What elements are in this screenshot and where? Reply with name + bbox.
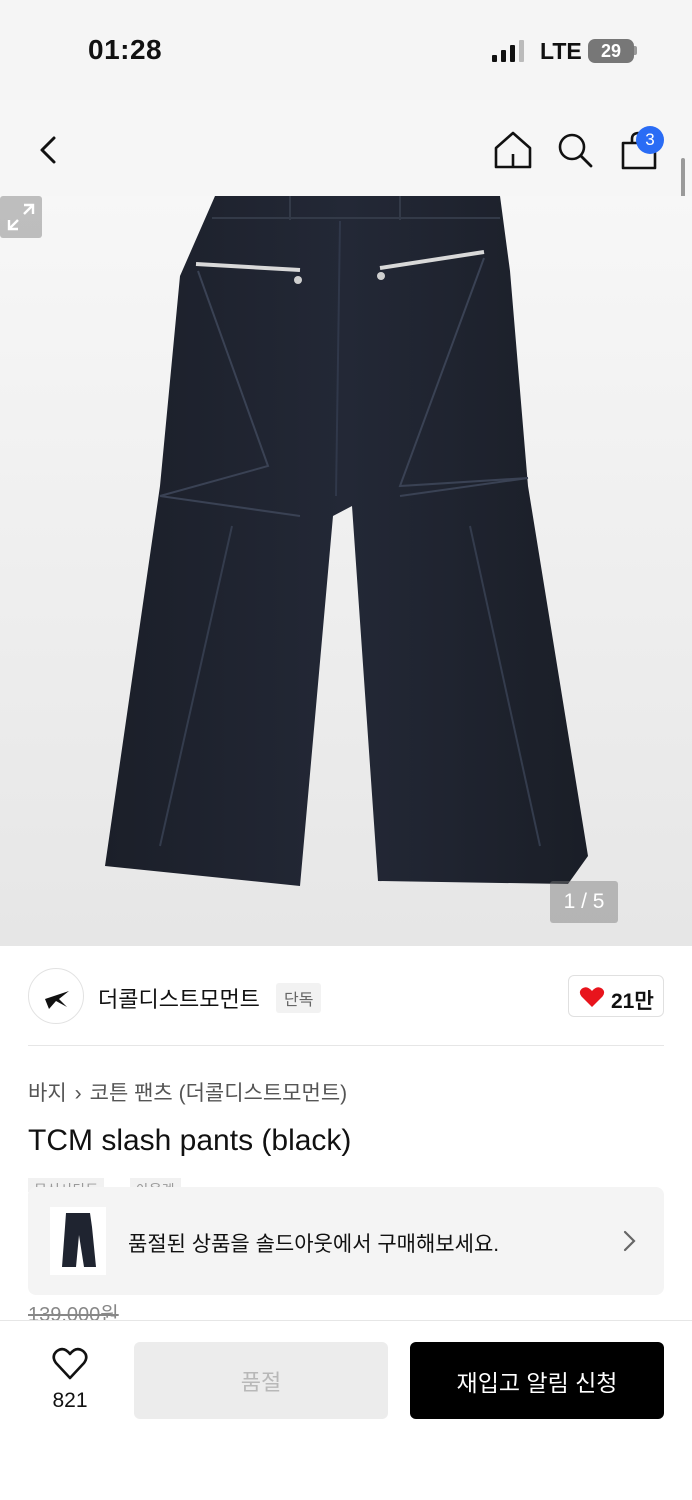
brand-logo[interactable] bbox=[28, 968, 84, 1024]
heart-icon bbox=[579, 987, 605, 1007]
product-image-pants bbox=[105, 196, 588, 886]
brand-name[interactable]: 더콜디스트모먼트 bbox=[98, 982, 260, 1014]
chevron-right-icon bbox=[623, 1230, 636, 1252]
brand-logo-mark-icon bbox=[45, 991, 69, 1009]
chevron-right-icon: › bbox=[74, 1082, 82, 1105]
wishlist-count: 821 bbox=[52, 1389, 88, 1412]
bottom-action-bar: 821 품절 재입고 알림 신청 bbox=[0, 1320, 692, 1500]
top-nav: 3 bbox=[0, 100, 692, 196]
home-icon[interactable] bbox=[492, 128, 534, 172]
cart-count-badge: 3 bbox=[636, 126, 664, 154]
divider bbox=[28, 1045, 664, 1046]
exclusive-tag: 단독 bbox=[276, 983, 322, 1013]
signal-icon bbox=[492, 40, 524, 62]
soldout-marketplace-banner[interactable]: 품절된 상품을 솔드아웃에서 구매해보세요. bbox=[28, 1187, 664, 1295]
battery-indicator: 29 bbox=[588, 39, 634, 63]
soldout-product-thumbnail bbox=[50, 1207, 106, 1275]
search-icon[interactable] bbox=[554, 128, 596, 172]
expand-icon[interactable] bbox=[0, 196, 42, 238]
image-counter: 1 / 5 bbox=[550, 881, 618, 923]
brand-like-button[interactable]: 21만 bbox=[568, 975, 664, 1017]
restock-alert-button[interactable]: 재입고 알림 신청 bbox=[410, 1342, 664, 1419]
soldout-banner-text: 품절된 상품을 솔드아웃에서 구매해보세요. bbox=[128, 1233, 500, 1256]
status-bar: 01:28 LTE 29 bbox=[0, 0, 692, 100]
brand-like-count: 21만 bbox=[611, 990, 654, 1013]
breadcrumb-sub-category[interactable]: 코튼 팬츠 (더콜디스트모먼트) bbox=[90, 1082, 348, 1105]
network-type: LTE bbox=[540, 38, 582, 64]
battery-tip bbox=[634, 46, 637, 55]
product-image-gallery[interactable]: 1 / 5 bbox=[0, 196, 692, 946]
soldout-button: 품절 bbox=[134, 1342, 388, 1419]
back-icon[interactable] bbox=[30, 128, 70, 172]
breadcrumb: 바지 › 코튼 팬츠 (더콜디스트모먼트) bbox=[28, 1077, 347, 1107]
breadcrumb-category[interactable]: 바지 bbox=[28, 1082, 67, 1105]
status-time: 01:28 bbox=[88, 34, 163, 65]
wishlist-heart-icon[interactable] bbox=[52, 1347, 88, 1381]
product-title: TCM slash pants (black) bbox=[28, 1124, 352, 1157]
